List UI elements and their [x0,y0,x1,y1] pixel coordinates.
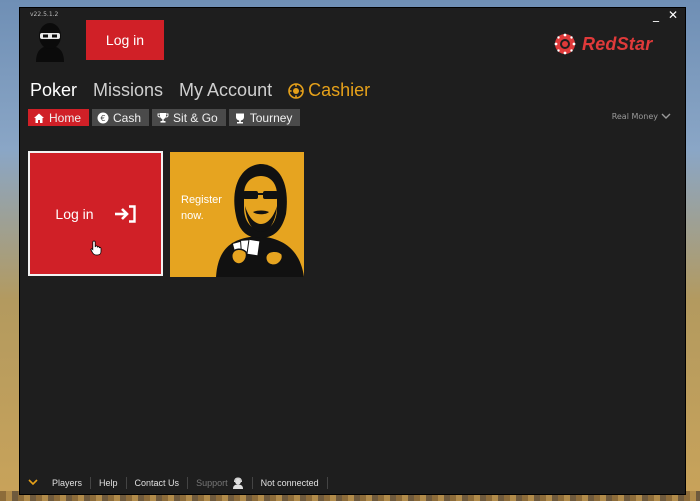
footer-bar: Players Help Contact Us Support Not conn… [20,472,685,494]
real-money-label: Real Money [611,112,658,121]
nav-poker[interactable]: Poker [30,80,77,101]
minimize-button[interactable]: _ [653,8,659,22]
tab-sit-and-go[interactable]: Sit & Go [152,109,226,126]
trophy-icon [157,112,169,123]
login-tile[interactable]: Log in [28,151,163,276]
ninja-avatar-icon [36,23,64,62]
tab-sit-and-go-label: Sit & Go [173,110,218,125]
tab-home[interactable]: Home [28,109,90,126]
tab-home-label: Home [49,110,82,125]
euro-icon: € [97,112,109,123]
avatar[interactable] [30,20,70,62]
chevron-down-icon [28,479,38,486]
hand-cursor-icon [90,240,102,256]
tab-tourney[interactable]: Tourney [228,109,301,126]
footer-players-link[interactable]: Players [44,477,92,489]
nav-missions[interactable]: Missions [93,80,163,101]
footer-support-link[interactable]: Support [188,477,253,489]
svg-text:€: € [100,114,105,123]
tab-tourney-label: Tourney [249,110,293,125]
nav-cashier[interactable]: Cashier [288,80,370,101]
real-money-selector[interactable]: Real Money [612,112,671,121]
poker-chip-icon [554,33,576,55]
brand-logo: RedStar [552,32,652,56]
cashier-chip-icon [288,82,304,99]
footer-contact-link[interactable]: Contact Us [127,477,189,489]
cup-icon [235,113,244,123]
close-button[interactable]: ✕ [668,8,678,22]
chevron-down-icon [661,113,671,119]
client-window: v22.5.1.2 _ ✕ Log in RedStar Poker Missi… [20,8,685,494]
sub-nav: Home € Cash Sit & Go Tourney [28,109,301,126]
support-agent-icon [232,477,243,489]
login-tile-label: Log in [55,205,94,222]
sign-in-icon [114,204,136,223]
login-button[interactable]: Log in [86,20,164,60]
home-icon [34,113,44,123]
main-nav: Poker Missions My Account Cashier [30,80,370,101]
cashier-label: Cashier [308,80,371,100]
connection-status: Not connected [253,477,328,489]
register-tile[interactable]: Register now. [170,152,304,277]
tab-cash[interactable]: € Cash [92,109,150,126]
nav-my-account[interactable]: My Account [179,80,272,101]
footer-support-label: Support [196,478,228,488]
expand-chevron[interactable] [20,478,44,488]
version-label: v22.5.1.2 [30,11,59,18]
poker-player-illustration [216,164,304,277]
footer-help-link[interactable]: Help [91,477,127,489]
brand-name: RedStar [582,33,653,54]
tab-cash-label: Cash [113,110,142,125]
